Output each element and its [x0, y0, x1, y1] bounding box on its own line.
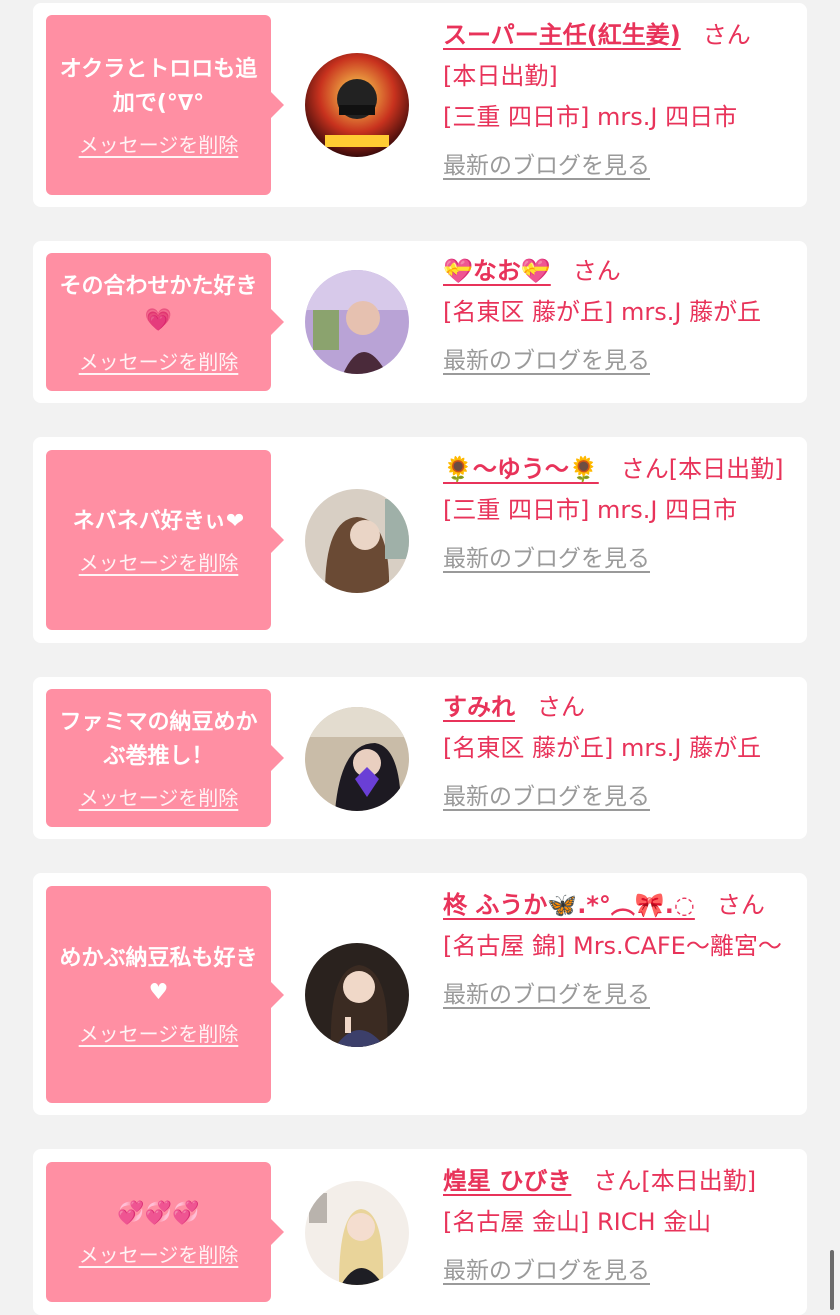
avatar[interactable]: [305, 1181, 409, 1285]
store-label: [三重 四日市] mrs.J 四日市: [443, 103, 738, 131]
name-line: すみれ さん: [443, 687, 795, 728]
latest-blog-link[interactable]: 最新のブログを見る: [443, 146, 650, 187]
scrollbar[interactable]: [830, 1250, 834, 1310]
message-bubble: その合わせかた好き💗 メッセージを削除: [46, 253, 284, 391]
message-card: 💞💞💞 メッセージを削除 煌星 ひびき さん[本日出勤] [名古屋 金山] RIC…: [33, 1149, 807, 1315]
profile-name-link[interactable]: 柊 ふうか🦋.*°︵🎀.◌: [443, 891, 695, 919]
avatar[interactable]: [305, 707, 409, 811]
latest-blog-link[interactable]: 最新のブログを見る: [443, 975, 650, 1016]
message-bubble: 💞💞💞 メッセージを削除: [46, 1162, 284, 1302]
message-card: ファミマの納豆めかぶ巻推し！ メッセージを削除 すみれ さん [名東区 藤が丘] …: [33, 677, 807, 839]
name-line: 🌻〜ゆう〜🌻 さん[本日出勤]: [443, 449, 795, 490]
latest-blog-link[interactable]: 最新のブログを見る: [443, 777, 650, 818]
honorific: さん: [620, 455, 669, 483]
profile-info: 🌻〜ゆう〜🌻 さん[本日出勤] [三重 四日市] mrs.J 四日市 最新のブログ…: [443, 449, 795, 580]
delete-message-link[interactable]: メッセージを削除: [79, 782, 239, 811]
profile-info: 煌星 ひびき さん[本日出勤] [名古屋 金山] RICH 金山 最新のブログを見…: [443, 1161, 795, 1292]
message-text: その合わせかた好き💗: [59, 273, 258, 333]
honorific: さん: [537, 693, 585, 721]
profile-name-link[interactable]: 💝なお💝: [443, 257, 551, 285]
delete-message-link[interactable]: メッセージを削除: [79, 1018, 239, 1047]
message-text: ネバネバ好きぃ❤: [72, 508, 245, 534]
avatar[interactable]: [305, 489, 409, 593]
latest-blog-link[interactable]: 最新のブログを見る: [443, 539, 650, 580]
profile-info: すみれ さん [名東区 藤が丘] mrs.J 藤が丘 最新のブログを見る: [443, 687, 795, 818]
profile-name-link[interactable]: 煌星 ひびき: [443, 1167, 571, 1195]
delete-message-link[interactable]: メッセージを削除: [79, 1239, 239, 1268]
profile-info: 💝なお💝 さん [名東区 藤が丘] mrs.J 藤が丘 最新のブログを見る: [443, 251, 795, 382]
message-bubble: ネバネバ好きぃ❤ メッセージを削除: [46, 450, 284, 630]
avatar-image: [305, 1181, 409, 1285]
delete-message-link[interactable]: メッセージを削除: [79, 129, 239, 158]
message-bubble: オクラとトロロも追加で(°∇° メッセージを削除: [46, 15, 284, 195]
message-card: ネバネバ好きぃ❤ メッセージを削除 🌻〜ゆう〜🌻 さん[本日出勤] [三重 四日市…: [33, 437, 807, 643]
delete-message-link[interactable]: メッセージを削除: [79, 547, 239, 576]
name-line: 煌星 ひびき さん[本日出勤]: [443, 1161, 795, 1202]
honorific: さん: [716, 891, 765, 919]
message-text: オクラとトロロも追加で(°∇°: [59, 56, 258, 116]
latest-blog-link[interactable]: 最新のブログを見る: [443, 341, 650, 382]
avatar[interactable]: [305, 943, 409, 1047]
latest-blog-link[interactable]: 最新のブログを見る: [443, 1251, 650, 1292]
profile-name-link[interactable]: スーパー主任(紅生姜): [443, 21, 681, 49]
profile-name-link[interactable]: すみれ: [443, 693, 515, 721]
profile-name-link[interactable]: 🌻〜ゆう〜🌻: [443, 455, 599, 483]
message-card: オクラとトロロも追加で(°∇° メッセージを削除 スーパー主任(紅生姜) さん […: [33, 3, 807, 207]
name-line: 柊 ふうか🦋.*°︵🎀.◌ さん: [443, 885, 795, 926]
store-label: [名古屋 錦] Mrs.CAFE〜離宮〜: [443, 932, 782, 960]
delete-message-link[interactable]: メッセージを削除: [79, 346, 239, 375]
store-label: [名古屋 金山] RICH 金山: [443, 1208, 712, 1236]
avatar-image: [305, 707, 409, 811]
message-text: 💞💞💞: [117, 1200, 200, 1226]
name-line: スーパー主任(紅生姜) さん: [443, 15, 795, 56]
profile-info: 柊 ふうか🦋.*°︵🎀.◌ さん [名古屋 錦] Mrs.CAFE〜離宮〜 最新の…: [443, 885, 795, 1016]
message-bubble: ファミマの納豆めかぶ巻推し！ メッセージを削除: [46, 689, 284, 827]
store-label: [三重 四日市] mrs.J 四日市: [443, 496, 738, 524]
avatar-image: [305, 270, 409, 374]
message-card: めかぶ納豆私も好き♥ メッセージを削除 柊 ふうか🦋.*°︵🎀.◌ さん [名古屋…: [33, 873, 807, 1115]
work-status: [本日出勤]: [443, 62, 558, 90]
name-line: 💝なお💝 さん: [443, 251, 795, 292]
profile-info: スーパー主任(紅生姜) さん [本日出勤] [三重 四日市] mrs.J 四日市 …: [443, 15, 795, 187]
work-status: [本日出勤]: [641, 1167, 757, 1195]
work-status: [本日出勤]: [668, 455, 784, 483]
message-text: ファミマの納豆めかぶ巻推し！: [59, 709, 258, 769]
avatar[interactable]: [305, 270, 409, 374]
avatar-image: [305, 489, 409, 593]
store-label: [名東区 藤が丘] mrs.J 藤が丘: [443, 734, 762, 762]
message-bubble: めかぶ納豆私も好き♥ メッセージを削除: [46, 886, 284, 1103]
avatar-image: [305, 53, 409, 157]
message-card: その合わせかた好き💗 メッセージを削除 💝なお💝 さん [名東区 藤が丘] mrs…: [33, 241, 807, 403]
honorific: さん: [593, 1167, 642, 1195]
message-text: めかぶ納豆私も好き♥: [59, 946, 258, 1005]
avatar[interactable]: [305, 53, 409, 157]
store-label: [名東区 藤が丘] mrs.J 藤が丘: [443, 298, 762, 326]
honorific: さん: [702, 21, 751, 49]
honorific: さん: [572, 257, 621, 285]
avatar-image: [305, 943, 409, 1047]
